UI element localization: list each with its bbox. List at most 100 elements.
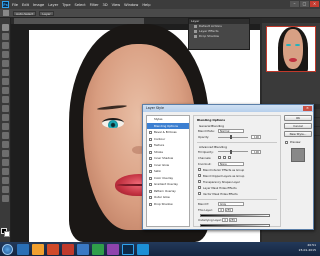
- menu-type[interactable]: Type: [62, 3, 70, 7]
- lasso-tool[interactable]: [1, 42, 9, 49]
- fill-opacity-label: Fill Opacity:: [198, 149, 214, 154]
- style-label: Satin: [154, 169, 162, 173]
- style-checkbox[interactable]: [149, 189, 152, 193]
- opacity-slider[interactable]: [218, 135, 248, 139]
- check-box[interactable]: [198, 180, 201, 184]
- fill-opacity-slider[interactable]: [218, 149, 248, 154]
- shape-tool[interactable]: [1, 177, 9, 184]
- channel-g-checkbox[interactable]: [223, 156, 226, 160]
- close-button[interactable]: ×: [310, 1, 319, 7]
- new-style-button[interactable]: New Style...: [284, 131, 312, 137]
- menu-filter[interactable]: Filter: [90, 3, 99, 7]
- healing-brush-tool[interactable]: [1, 78, 9, 85]
- underlying-high: 255: [229, 218, 237, 223]
- navigator-thumbnail[interactable]: [266, 26, 316, 72]
- menu-window[interactable]: Window: [124, 3, 138, 7]
- ok-button[interactable]: OK: [284, 115, 312, 121]
- maximize-button[interactable]: □: [300, 1, 309, 7]
- actions-panel-row[interactable]: Drop Shadow: [189, 34, 249, 39]
- style-checkbox[interactable]: [149, 144, 152, 147]
- move-tool-icon[interactable]: [3, 10, 9, 16]
- path-select-tool[interactable]: [1, 168, 9, 175]
- options-bar: Auto-Select Layer: [0, 9, 320, 18]
- underlying-gradient-slider[interactable]: [200, 223, 270, 227]
- style-checkbox[interactable]: [149, 137, 152, 141]
- taskbar-app-browser-icon[interactable]: [77, 243, 89, 255]
- opacity-input[interactable]: 100: [251, 135, 261, 139]
- hand-tool[interactable]: [1, 186, 9, 193]
- taskbar-app-purple-icon[interactable]: [107, 243, 119, 255]
- blur-tool[interactable]: [1, 132, 9, 139]
- divider: [197, 198, 277, 200]
- menu-file[interactable]: File: [12, 3, 18, 7]
- background-color-swatch[interactable]: [4, 231, 10, 237]
- dialog-title-bar[interactable]: Layer Style ×: [143, 105, 313, 112]
- auto-select-target-dropdown[interactable]: Layer: [39, 10, 54, 16]
- taskbar-app-blue-icon[interactable]: [137, 243, 149, 255]
- eyedropper-tool[interactable]: [1, 69, 9, 76]
- style-checkbox[interactable]: [149, 202, 152, 206]
- type-tool[interactable]: [1, 159, 9, 166]
- blend-mode-select[interactable]: Normal: [218, 129, 244, 133]
- menu-view[interactable]: View: [112, 3, 121, 7]
- style-label: Gradient Overlay: [154, 182, 178, 186]
- taskbar-app-explorer-icon[interactable]: [17, 243, 29, 255]
- menu-select[interactable]: Select: [75, 3, 86, 7]
- brush-tool[interactable]: [1, 87, 9, 94]
- gradient-tool[interactable]: [1, 123, 9, 130]
- eraser-tool[interactable]: [1, 114, 9, 121]
- style-checkbox[interactable]: [149, 157, 152, 160]
- start-button[interactable]: [2, 243, 13, 255]
- taskbar-app-folder-icon[interactable]: [32, 243, 44, 255]
- menu-edit[interactable]: Edit: [22, 3, 29, 7]
- check-box[interactable]: [198, 192, 201, 196]
- marquee-tool[interactable]: [1, 33, 9, 40]
- navigator-panel-header[interactable]: [262, 18, 320, 23]
- taskbar-app-red-icon[interactable]: [62, 243, 74, 255]
- clone-stamp-tool[interactable]: [1, 96, 9, 103]
- style-checkbox[interactable]: [149, 176, 152, 180]
- taskbar-app-green-icon[interactable]: [92, 243, 104, 255]
- menu-image[interactable]: Image: [33, 3, 44, 7]
- zoom-tool[interactable]: [1, 195, 9, 202]
- history-brush-tool[interactable]: [1, 105, 9, 112]
- channel-b-checkbox[interactable]: [228, 156, 231, 160]
- style-checkbox[interactable]: [149, 131, 152, 134]
- taskbar-clock[interactable]: 20:51 23-01-2015: [299, 243, 316, 253]
- blend-if-label: Blend If:: [198, 202, 210, 207]
- menu-help[interactable]: Help: [142, 3, 150, 7]
- dodge-tool[interactable]: [1, 141, 9, 148]
- style-checkbox[interactable]: [149, 196, 152, 199]
- layer-style-dialog: Layer Style × Styles Blending Options Beve…: [142, 104, 314, 230]
- check-box[interactable]: [198, 174, 201, 178]
- knockout-select[interactable]: None: [218, 161, 244, 166]
- crop-tool[interactable]: [1, 60, 9, 67]
- minimize-button[interactable]: –: [290, 1, 299, 7]
- style-checkbox[interactable]: [149, 170, 152, 173]
- preview-checkbox[interactable]: [285, 140, 288, 144]
- channel-r-checkbox[interactable]: [218, 156, 221, 160]
- taskbar-app-media-icon[interactable]: [47, 243, 59, 255]
- style-checkbox[interactable]: [149, 183, 152, 186]
- quick-select-tool[interactable]: [1, 51, 9, 58]
- dialog-close-button[interactable]: ×: [303, 106, 312, 111]
- preview-row: Preview: [284, 139, 312, 145]
- menu-3d[interactable]: 3D: [103, 3, 108, 7]
- check-box[interactable]: [198, 168, 201, 172]
- move-tool[interactable]: [1, 24, 9, 31]
- check-box[interactable]: [198, 186, 201, 190]
- pen-tool[interactable]: [1, 150, 9, 157]
- style-checkbox[interactable]: [149, 150, 152, 154]
- fill-opacity-input[interactable]: 100: [251, 149, 261, 154]
- check-row[interactable]: Vector Mask Hides Effects: [194, 191, 280, 197]
- cancel-button[interactable]: Cancel: [284, 123, 312, 129]
- taskbar-app-photoshop-icon[interactable]: [122, 243, 134, 255]
- dialog-title: Layer Style: [146, 106, 164, 110]
- menu-layer[interactable]: Layer: [48, 3, 58, 7]
- this-layer-gradient-slider[interactable]: [200, 213, 270, 217]
- auto-select-checkbox[interactable]: Auto-Select: [13, 10, 37, 16]
- menu-bar: Ps File Edit Image Layer Type Select Fil…: [0, 0, 320, 9]
- style-list-item[interactable]: Drop Shadow: [147, 201, 189, 208]
- style-checkbox[interactable]: [149, 163, 152, 167]
- blend-if-select[interactable]: Gray: [218, 202, 244, 207]
